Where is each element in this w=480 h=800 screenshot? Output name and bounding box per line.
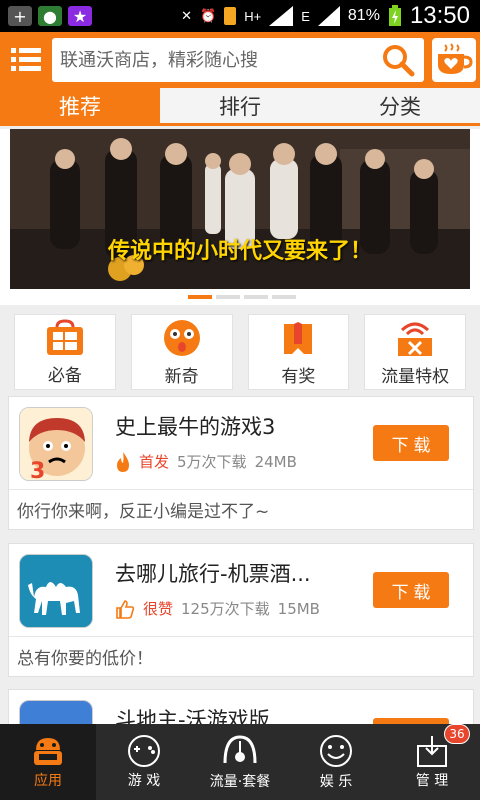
nav-label: 应用: [34, 773, 62, 789]
app-tag: 首发: [139, 453, 170, 471]
app-description: 总有你要的低价！: [9, 636, 473, 676]
favorites-button[interactable]: [432, 38, 476, 82]
search-button[interactable]: [372, 38, 424, 82]
gauge-icon: [223, 735, 257, 764]
search-box: [52, 38, 424, 82]
battery-percent: 81%: [347, 7, 380, 24]
category-essentials[interactable]: 必备: [14, 314, 116, 390]
battery-charging-icon: [388, 5, 401, 26]
app-name: 史上最牛的游戏3: [115, 415, 276, 439]
svg-text:3: 3: [30, 459, 45, 481]
smiley-icon: [320, 735, 352, 767]
app-size: 24MB: [254, 452, 297, 471]
nav-label: 管 理: [415, 773, 449, 789]
category-label: 流量特权: [381, 366, 450, 387]
banner-caption: 传说中的小时代又要来了！: [107, 239, 372, 264]
category-label: 新奇: [164, 366, 199, 387]
banner-card: 传说中的小时代又要来了！: [0, 129, 480, 305]
app-tag: 很赞: [143, 600, 174, 618]
app-card[interactable]: 去哪儿旅行-机票酒... 很赞 125万次下载 15MB 下 载 总有你要的低价…: [8, 543, 474, 677]
app-notification-icon: ●: [38, 6, 62, 26]
status-bar: + ● ★ ✕ ⏰ H+ E 81% 13:50: [0, 0, 480, 32]
search-input[interactable]: [60, 49, 372, 71]
mute-icon: ✕: [181, 8, 193, 23]
nav-games[interactable]: 游 戏: [96, 724, 192, 800]
network-type-hplus: H+: [244, 8, 262, 24]
nav-manage[interactable]: 管 理 36: [384, 724, 480, 800]
signal-icon-2: [317, 6, 340, 26]
menu-icon: [11, 48, 41, 71]
category-novelty[interactable]: 新奇: [130, 314, 233, 390]
signal-icon: [269, 6, 294, 26]
promo-banner[interactable]: 传说中的小时代又要来了！: [10, 129, 470, 289]
nav-data-plans[interactable]: 流量·套餐: [192, 724, 288, 800]
nav-label: 流量·套餐: [209, 774, 271, 790]
category-grid: 必备 新奇 有奖 流量特权: [14, 314, 466, 390]
tab-ranking[interactable]: 排行: [160, 88, 320, 123]
banner-page-indicator: [188, 295, 296, 299]
page-dot: [216, 295, 240, 299]
robot-icon: [34, 738, 62, 765]
page-dot: [244, 295, 268, 299]
tab-recommended[interactable]: 推荐: [0, 88, 160, 123]
category-rewards[interactable]: 有奖: [247, 314, 350, 390]
category-label: 必备: [47, 365, 82, 386]
download-count: 125万次下载: [181, 600, 270, 618]
page-dot: [272, 295, 296, 299]
windows-bag-icon: [46, 318, 83, 355]
menu-button[interactable]: [0, 32, 52, 88]
add-notification-icon: +: [8, 6, 32, 26]
category-data-privilege[interactable]: 流量特权: [364, 314, 466, 390]
download-count: 5万次下载: [177, 453, 247, 471]
app-card[interactable]: 3 史上最牛的游戏3 首发 5万次下载 24MB 下 载 你行你来啊，反正小编是…: [8, 396, 474, 530]
tab-bar: 推荐 排行 分类: [0, 88, 480, 126]
download-button[interactable]: 下 载: [373, 572, 449, 608]
page-dot: [188, 295, 212, 299]
sim-icon: [224, 7, 237, 25]
wechat-notification-icon: ★: [68, 6, 92, 26]
prize-ribbon-icon: [284, 321, 313, 354]
wifi-ticket-icon: [398, 322, 433, 356]
app-name: 去哪儿旅行-机票酒...: [115, 562, 311, 586]
header-bar: [0, 32, 480, 88]
app-card[interactable]: 斗地主-沃游戏版: [8, 689, 474, 729]
search-icon: [383, 45, 415, 77]
flame-icon: [117, 451, 129, 472]
clock: 13:50: [409, 2, 470, 29]
nav-label: 娱 乐: [319, 774, 353, 790]
app-icon-travel: [19, 554, 93, 628]
tab-categories[interactable]: 分类: [320, 88, 480, 123]
gamepad-icon: [128, 735, 160, 767]
update-count-badge: 36: [444, 724, 470, 744]
app-description: 你行你来啊，反正小编是过不了~: [9, 489, 473, 529]
coffee-cup-heart-icon: [438, 43, 473, 74]
thumbs-up-icon: [116, 599, 135, 619]
category-label: 有奖: [281, 366, 316, 387]
nav-apps[interactable]: 应用: [0, 724, 96, 800]
bottom-navigation: 应用 游 戏 流量·套餐 娱 乐 管 理 36: [0, 724, 480, 800]
nav-label: 游 戏: [127, 773, 161, 789]
alarm-icon: ⏰: [200, 8, 217, 23]
download-button[interactable]: 下 载: [373, 425, 449, 461]
app-icon-game: 3: [19, 407, 93, 481]
network-type-e: E: [301, 8, 310, 24]
app-meta: 很赞 125万次下载 15MB: [115, 598, 320, 619]
banner-image: [10, 129, 470, 289]
surprised-face-icon: [163, 319, 200, 356]
app-size: 15MB: [277, 599, 320, 618]
download-box-icon: [417, 736, 447, 767]
nav-entertainment[interactable]: 娱 乐: [288, 724, 384, 800]
app-meta: 首发 5万次下载 24MB: [115, 451, 297, 472]
